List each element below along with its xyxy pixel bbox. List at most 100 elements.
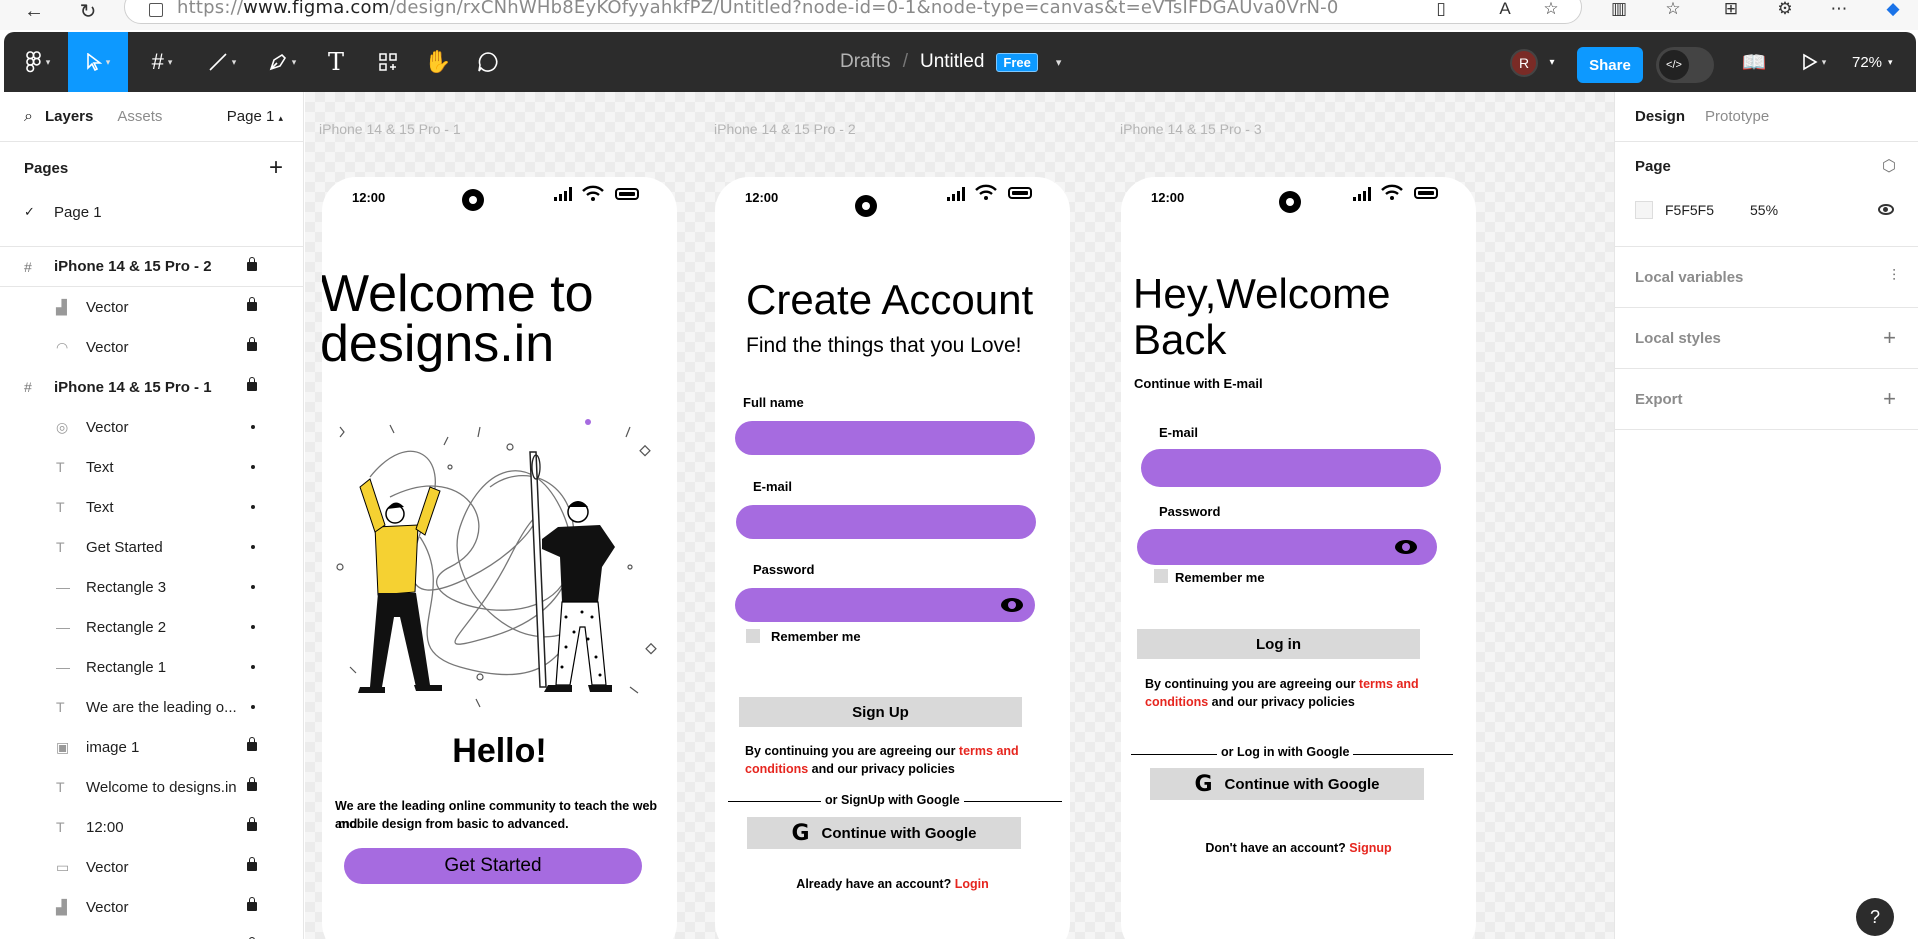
search-icon[interactable]: ⌕: [24, 108, 33, 126]
phone-frame-3[interactable]: 12:00 Hey,Welcome Back Continue with E-m…: [1121, 177, 1476, 939]
color-swatch[interactable]: [1635, 201, 1653, 219]
layer-row[interactable]: T Text: [0, 487, 303, 527]
visibility-dot-icon[interactable]: [251, 665, 255, 669]
password-field[interactable]: [1137, 529, 1437, 565]
main-menu-button[interactable]: ▾: [18, 32, 58, 92]
remember-checkbox[interactable]: [1154, 569, 1168, 583]
lock-icon[interactable]: [247, 337, 257, 351]
layer-frame-row[interactable]: # iPhone 14 & 15 Pro - 1: [0, 367, 303, 407]
add-export-plus-icon[interactable]: +: [1883, 386, 1896, 412]
page-background-row[interactable]: F5F5F5 55%: [1635, 190, 1918, 230]
phone-frame-2[interactable]: 12:00 Create Account Find the things tha…: [715, 177, 1070, 939]
help-button[interactable]: ?: [1856, 898, 1894, 936]
avatar-menu-chevron-icon[interactable]: ▾: [1542, 32, 1562, 92]
extensions-icon[interactable]: ⚙: [1772, 0, 1798, 20]
add-page-plus-icon[interactable]: +: [269, 154, 283, 182]
copilot-icon[interactable]: ◆: [1880, 0, 1906, 20]
login-link[interactable]: Login: [955, 877, 989, 891]
eye-icon[interactable]: [1395, 540, 1417, 554]
lock-icon[interactable]: [247, 857, 257, 871]
visibility-eye-icon[interactable]: [1878, 204, 1894, 215]
remember-checkbox[interactable]: [746, 629, 760, 643]
local-styles-header[interactable]: Local styles +: [1635, 308, 1918, 368]
read-aloud-icon[interactable]: A: [1492, 0, 1518, 20]
sign-up-button[interactable]: Sign Up: [739, 697, 1022, 727]
layer-row[interactable]: — Rectangle 3: [0, 567, 303, 607]
tab-layers[interactable]: Layers: [45, 108, 93, 125]
shape-tool-button[interactable]: ▾: [200, 32, 244, 92]
email-field[interactable]: [1141, 449, 1441, 487]
layer-row[interactable]: — Rectangle 1: [0, 647, 303, 687]
zoom-control[interactable]: 72% ▾: [1852, 32, 1893, 92]
layer-row[interactable]: ▟ Vector: [0, 287, 303, 327]
add-style-plus-icon[interactable]: +: [1883, 325, 1896, 351]
background-opacity[interactable]: 55%: [1750, 202, 1778, 218]
page-icon[interactable]: ▯: [1428, 0, 1454, 20]
lock-icon[interactable]: [247, 737, 257, 751]
more-menu-icon[interactable]: ⋯: [1826, 0, 1852, 20]
comment-tool-button[interactable]: [470, 32, 506, 92]
layer-row[interactable]: ◠Vector: [0, 927, 303, 939]
password-field[interactable]: [735, 588, 1035, 622]
layer-row[interactable]: ◎ Vector: [0, 407, 303, 447]
pen-tool-button[interactable]: ▾: [260, 32, 304, 92]
signup-link[interactable]: Signup: [1349, 841, 1391, 855]
layer-frame-row[interactable]: # iPhone 14 & 15 Pro - 2: [0, 247, 303, 287]
lock-icon[interactable]: [247, 257, 257, 271]
refresh-icon[interactable]: ↻: [74, 0, 102, 23]
favorites-icon[interactable]: ☆: [1660, 0, 1686, 20]
terms-link[interactable]: terms and: [959, 744, 1019, 758]
split-screen-icon[interactable]: ▥: [1606, 0, 1632, 20]
lock-icon[interactable]: [247, 817, 257, 831]
text-tool-button[interactable]: T: [318, 32, 354, 92]
user-avatar[interactable]: R: [1510, 49, 1538, 77]
visibility-dot-icon[interactable]: [251, 505, 255, 509]
frame-label-3[interactable]: iPhone 14 & 15 Pro - 3: [1120, 121, 1262, 137]
export-header[interactable]: Export +: [1635, 369, 1918, 429]
dev-mode-toggle[interactable]: </>: [1656, 47, 1714, 83]
layer-row[interactable]: — Rectangle 2: [0, 607, 303, 647]
page-item[interactable]: ✓ Page 1: [0, 194, 303, 230]
layer-row[interactable]: T Text: [0, 447, 303, 487]
background-hex[interactable]: F5F5F5: [1665, 202, 1714, 218]
frame-label-2[interactable]: iPhone 14 & 15 Pro - 2: [714, 121, 856, 137]
layer-row[interactable]: ▟ Vector: [0, 887, 303, 927]
layer-row[interactable]: ◠Vector: [0, 327, 303, 367]
visibility-dot-icon[interactable]: [251, 425, 255, 429]
tab-assets[interactable]: Assets: [117, 108, 162, 125]
lock-icon[interactable]: [247, 377, 257, 391]
phone-frame-1[interactable]: 12:00 Welcome to designs.in Hello! We ar…: [322, 177, 677, 939]
local-variables-header[interactable]: Local variables ⫶: [1635, 247, 1918, 307]
frame-label-1[interactable]: iPhone 14 & 15 Pro - 1: [319, 121, 461, 137]
variables-sliders-icon[interactable]: ⫶: [1892, 268, 1896, 286]
present-button[interactable]: ▾: [1792, 32, 1836, 92]
email-field[interactable]: [736, 505, 1036, 539]
layer-row[interactable]: T 12:00: [0, 807, 303, 847]
tab-prototype[interactable]: Prototype: [1705, 108, 1769, 125]
conditions-link[interactable]: conditions: [1145, 695, 1208, 709]
lock-icon[interactable]: [247, 897, 257, 911]
hand-tool-button[interactable]: ✋: [420, 32, 456, 92]
visibility-dot-icon[interactable]: [251, 545, 255, 549]
layer-row[interactable]: T Welcome to designs.in: [0, 767, 303, 807]
lock-icon[interactable]: [247, 777, 257, 791]
favorite-star-icon[interactable]: ☆: [1538, 0, 1564, 20]
page-selector[interactable]: Page 1 ▴: [227, 108, 283, 125]
conditions-link[interactable]: conditions: [745, 762, 808, 776]
layer-row[interactable]: ▣ image 1: [0, 727, 303, 767]
plan-badge[interactable]: Free: [996, 52, 1038, 72]
back-arrow-icon[interactable]: ←: [20, 0, 48, 22]
layer-row[interactable]: T We are the leading o...: [0, 687, 303, 727]
visibility-dot-icon[interactable]: [251, 585, 255, 589]
drafts-link[interactable]: Drafts: [840, 51, 891, 73]
page-settings-icon[interactable]: ⬡: [1882, 156, 1896, 176]
design-canvas[interactable]: iPhone 14 & 15 Pro - 1 iPhone 14 & 15 Pr…: [305, 92, 1614, 939]
share-button[interactable]: Share: [1577, 47, 1643, 83]
layer-row[interactable]: ▭ Vector: [0, 847, 303, 887]
lock-icon[interactable]: [247, 297, 257, 311]
visibility-dot-icon[interactable]: [251, 465, 255, 469]
resources-button[interactable]: [370, 32, 406, 92]
log-in-button[interactable]: Log in: [1137, 629, 1420, 659]
continue-with-google-button[interactable]: G Continue with Google: [747, 817, 1021, 849]
eye-icon[interactable]: [1001, 598, 1023, 612]
